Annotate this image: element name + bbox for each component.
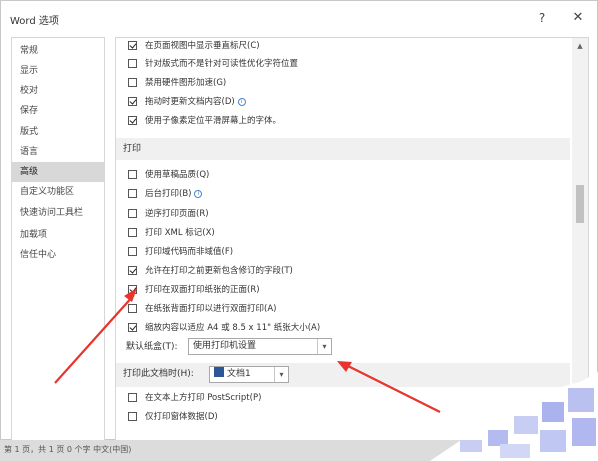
checkbox-icon[interactable]	[128, 41, 137, 50]
nav-item-trust-center[interactable]: 信任中心	[12, 245, 104, 265]
section-print-document-header: 打印此文档时(H):	[116, 363, 570, 387]
scroll-up-icon[interactable]: ▲	[572, 40, 588, 52]
checkbox-icon[interactable]	[128, 266, 137, 275]
nav-item-add-ins[interactable]: 加载项	[12, 225, 104, 245]
nav-item-layout[interactable]: 版式	[12, 122, 104, 142]
window-title: Word 选项	[10, 16, 59, 27]
checkbox-icon[interactable]	[128, 116, 137, 125]
category-nav: 常规 显示 校对 保存 版式 语言 高级 自定义功能区 快速访问工具栏 加载项 …	[11, 37, 105, 441]
chevron-down-icon: ▾	[317, 339, 331, 354]
checkbox-icon[interactable]	[128, 209, 137, 218]
default-tray-row: 默认纸盒(T):	[126, 338, 178, 356]
checkbox-icon[interactable]	[128, 170, 137, 179]
checkbox-icon[interactable]	[128, 285, 137, 294]
title-bar: Word 选项 ? ✕	[1, 1, 597, 33]
nav-item-general[interactable]: 常规	[12, 41, 104, 61]
word-document-icon	[214, 367, 224, 377]
checkbox-icon[interactable]	[128, 228, 137, 237]
chevron-down-icon: ▾	[274, 367, 288, 382]
status-text: 第 1 页，共 1 页 0 个字 中文(中国)	[4, 445, 132, 454]
default-tray-select[interactable]: 使用打印机设置 ▾	[188, 338, 332, 355]
vertical-scrollbar[interactable]: ▲	[572, 38, 588, 441]
default-tray-label: 默认纸盒(T):	[126, 342, 178, 352]
checkbox-icon[interactable]	[128, 59, 137, 68]
nav-item-quick-access-toolbar[interactable]: 快速访问工具栏	[12, 203, 104, 223]
nav-item-customize-ribbon[interactable]: 自定义功能区	[12, 182, 104, 202]
scrollbar-thumb[interactable]	[576, 185, 584, 223]
nav-item-advanced[interactable]: 高级	[12, 162, 104, 182]
status-bar: 第 1 页，共 1 页 0 个字 中文(中国)	[0, 440, 598, 461]
nav-item-language[interactable]: 语言	[12, 142, 104, 162]
nav-item-display[interactable]: 显示	[12, 61, 104, 81]
print-document-select[interactable]: 文档1 ▾	[209, 366, 289, 383]
nav-item-save[interactable]: 保存	[12, 101, 104, 121]
checkbox-icon[interactable]	[128, 247, 137, 256]
nav-item-proofing[interactable]: 校对	[12, 81, 104, 101]
info-icon: i	[194, 190, 203, 198]
advanced-options-panel: 在页面视图中显示垂直标尺(C) 针对版式而不是针对可读性优化字符位置 禁用硬件图…	[115, 37, 589, 441]
word-options-dialog: Word 选项 ? ✕ 常规 显示 校对 保存 版式 语言 高级 自定义功能区 …	[0, 0, 598, 441]
checkbox-icon[interactable]	[128, 412, 137, 421]
info-icon: i	[237, 98, 246, 106]
help-icon[interactable]: ?	[531, 8, 553, 28]
checkbox-icon[interactable]	[128, 304, 137, 313]
checkbox-icon[interactable]	[128, 189, 137, 198]
checkbox-icon[interactable]	[128, 78, 137, 87]
section-print-header: 打印	[116, 138, 570, 160]
checkbox-icon[interactable]	[128, 323, 137, 332]
checkbox-icon[interactable]	[128, 393, 137, 402]
checkbox-icon[interactable]	[128, 97, 137, 106]
close-icon[interactable]: ✕	[567, 8, 589, 28]
